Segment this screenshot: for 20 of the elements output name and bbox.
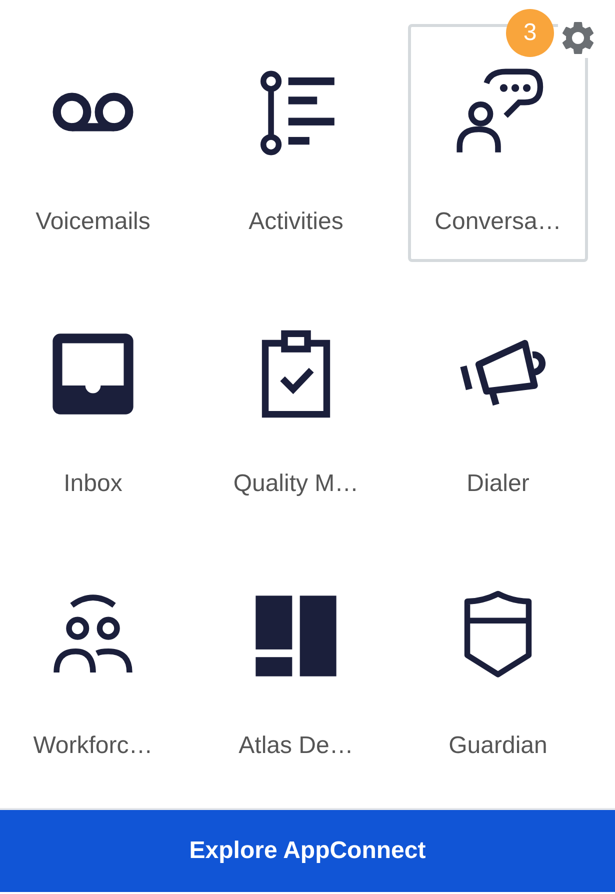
notification-count: 3: [506, 9, 554, 57]
app-label: Dialer: [466, 470, 530, 498]
app-label: Guardian: [448, 732, 548, 760]
voicemail-icon: [51, 91, 135, 133]
app-tile[interactable]: Quality M…: [206, 286, 386, 524]
app-label: Activities: [248, 208, 344, 236]
app-tile[interactable]: Guardian: [408, 548, 588, 786]
app-label: Voicemails: [36, 208, 150, 236]
app-tile[interactable]: Atlas De…: [206, 548, 386, 786]
app-label: Workforc…: [33, 732, 153, 760]
app-tile[interactable]: Inbox: [3, 286, 183, 524]
app-tile[interactable]: Activities: [206, 24, 386, 262]
explore-appconnect-button[interactable]: Explore AppConnect: [0, 810, 615, 892]
app-tile[interactable]: Voicemails: [3, 24, 183, 262]
app-label: Conversa…: [434, 208, 562, 236]
app-label: Inbox: [64, 470, 122, 498]
app-label: Atlas De…: [238, 732, 354, 760]
app-label: Quality M…: [233, 470, 359, 498]
app-tile[interactable]: Workforc…: [3, 548, 183, 786]
app-tile[interactable]: Dialer: [408, 286, 588, 524]
